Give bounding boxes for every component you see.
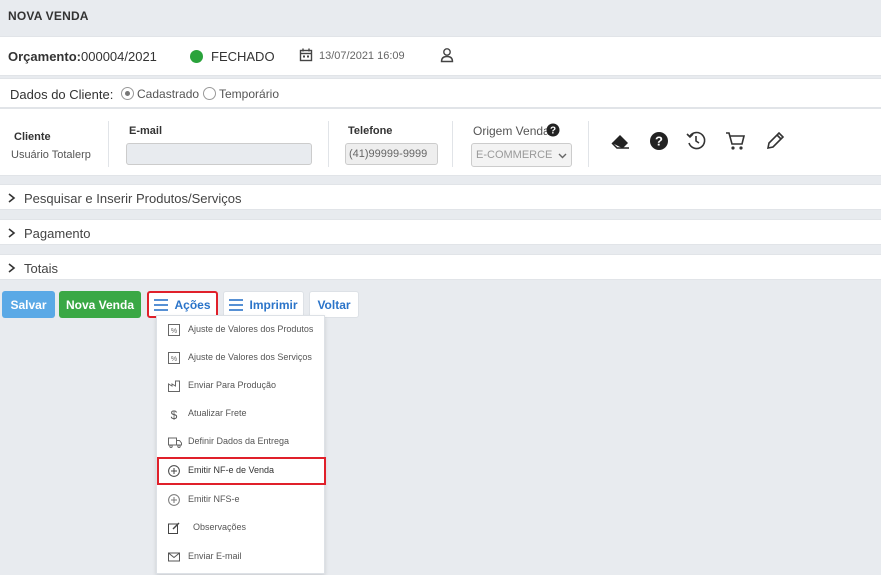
- menu-item-label: Emitir NFS-e: [188, 494, 240, 504]
- edit-icon: [168, 522, 180, 534]
- menu-item-ajuste-servicos[interactable]: % Ajuste de Valores dos Serviços: [157, 344, 326, 372]
- radio-cadastrado[interactable]: [121, 87, 134, 100]
- menu-item-enviar-email[interactable]: Enviar E-mail: [157, 543, 326, 571]
- imprimir-button[interactable]: Imprimir: [223, 291, 304, 318]
- telefone-field[interactable]: (41)99999-9999: [345, 143, 438, 165]
- client-type-bar: Dados do Cliente: Cadastrado Temporário: [0, 78, 881, 108]
- plus-circle-icon: [168, 494, 180, 506]
- page-title: NOVA VENDA: [8, 9, 89, 23]
- menu-item-ajuste-produtos[interactable]: % Ajuste de Valores dos Produtos: [157, 316, 326, 344]
- pencil-icon[interactable]: [764, 130, 786, 152]
- acoes-button[interactable]: Ações: [147, 291, 218, 318]
- origem-venda-select[interactable]: E-COMMERCE: [471, 143, 572, 167]
- menu-item-label: Atualizar Frete: [188, 408, 247, 418]
- plus-circle-icon: [168, 465, 180, 477]
- voltar-button[interactable]: Voltar: [309, 291, 359, 318]
- email-label: E-mail: [129, 125, 163, 137]
- percent-box-icon: %: [168, 352, 180, 364]
- menu-item-definir-entrega[interactable]: Definir Dados da Entrega: [157, 428, 326, 456]
- menu-item-label: Enviar Para Produção: [188, 380, 277, 390]
- accordion-label: Totais: [24, 261, 58, 276]
- telefone-label: Telefone: [348, 125, 393, 137]
- envelope-icon: [168, 552, 180, 562]
- salvar-button[interactable]: Salvar: [2, 291, 55, 318]
- accordion-label: Pesquisar e Inserir Produtos/Serviços: [24, 191, 242, 206]
- email-field[interactable]: [126, 143, 312, 165]
- accordion-totais[interactable]: Totais: [0, 254, 881, 280]
- chevron-right-icon: [8, 263, 16, 273]
- chevron-right-icon: [8, 228, 16, 238]
- client-type-label: Dados do Cliente:: [10, 87, 114, 102]
- column-divider: [108, 121, 109, 167]
- help-icon[interactable]: ?: [546, 123, 560, 137]
- radio-cadastrado-label[interactable]: Cadastrado: [137, 87, 199, 101]
- truck-icon: [168, 437, 182, 448]
- history-icon[interactable]: [685, 130, 707, 152]
- menu-item-label: Emitir NF-e de Venda: [188, 465, 275, 475]
- menu-item-atualizar-frete[interactable]: $ Atualizar Frete: [157, 400, 326, 428]
- menu-item-label: Enviar E-mail: [188, 551, 242, 561]
- chevron-down-icon: [558, 153, 567, 159]
- factory-icon: [168, 380, 180, 392]
- help-icon[interactable]: ?: [648, 130, 670, 152]
- orcamento-label: Orçamento:: [8, 49, 81, 64]
- radio-temporario-label[interactable]: Temporário: [219, 87, 279, 101]
- dollar-icon: $: [171, 408, 178, 420]
- column-divider: [452, 121, 453, 167]
- svg-text:$: $: [171, 408, 178, 420]
- acoes-button-label: Ações: [174, 297, 211, 312]
- origem-venda-label: Origem Venda: [473, 124, 550, 138]
- accordion-pesquisar-produtos[interactable]: Pesquisar e Inserir Produtos/Serviços: [0, 184, 881, 210]
- column-divider: [588, 121, 589, 167]
- cliente-value: Usuário Totalerp: [11, 149, 91, 161]
- percent-box-icon: %: [168, 324, 180, 336]
- status-indicator: [190, 50, 203, 63]
- nova-venda-button[interactable]: Nova Venda: [59, 291, 141, 318]
- eraser-icon[interactable]: [609, 130, 631, 152]
- calendar-icon: [299, 48, 313, 62]
- svg-text:%: %: [171, 356, 177, 363]
- menu-item-emitir-nfse[interactable]: Emitir NFS-e: [157, 486, 326, 514]
- chevron-right-icon: [8, 193, 16, 203]
- imprimir-button-label: Imprimir: [249, 297, 298, 312]
- menu-item-label: Observações: [193, 522, 247, 532]
- acoes-dropdown-menu: % Ajuste de Valores dos Produtos % Ajust…: [156, 315, 326, 574]
- page-header: NOVA VENDA: [0, 0, 881, 34]
- menu-item-label: Ajuste de Valores dos Serviços: [188, 352, 312, 362]
- menu-icon: [154, 298, 169, 311]
- client-details: Cliente Usuário Totalerp E-mail Telefone…: [0, 108, 881, 176]
- menu-item-observacoes[interactable]: Observações: [157, 514, 326, 542]
- cliente-label: Cliente: [14, 131, 51, 143]
- status-badge: FECHADO: [211, 49, 275, 64]
- accordion-pagamento[interactable]: Pagamento: [0, 219, 881, 245]
- svg-text:?: ?: [550, 126, 556, 137]
- radio-temporario[interactable]: [203, 87, 216, 100]
- order-date: 13/07/2021 16:09: [319, 50, 405, 62]
- orcamento-number: 000004/2021: [81, 49, 157, 64]
- menu-item-emitir-nfe[interactable]: Emitir NF-e de Venda: [157, 457, 326, 485]
- cart-icon[interactable]: [724, 130, 746, 152]
- accordion-label: Pagamento: [24, 226, 91, 241]
- menu-item-enviar-producao[interactable]: Enviar Para Produção: [157, 372, 326, 400]
- menu-icon: [229, 298, 244, 311]
- menu-item-label: Definir Dados da Entrega: [188, 436, 290, 446]
- column-divider: [328, 121, 329, 167]
- menu-item-label: Ajuste de Valores dos Produtos: [188, 324, 314, 334]
- svg-text:?: ?: [655, 134, 663, 149]
- orcamento-bar: Orçamento: 000004/2021 FECHADO 13/07/202…: [0, 36, 881, 76]
- svg-text:%: %: [171, 328, 177, 335]
- user-icon[interactable]: [439, 47, 455, 63]
